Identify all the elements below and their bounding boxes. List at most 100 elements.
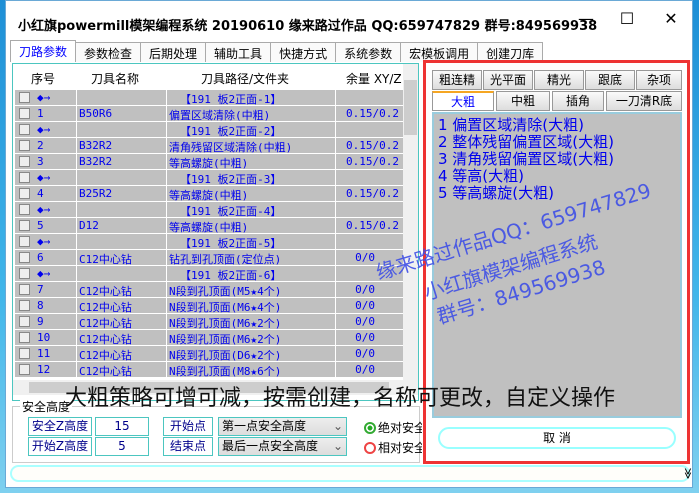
row-checkbox[interactable] — [19, 140, 30, 151]
row-checkbox[interactable] — [19, 172, 30, 183]
row-checkbox[interactable] — [19, 268, 30, 279]
row-path: 清角残留区域清除(中粗) — [169, 141, 293, 154]
tab-param-check[interactable]: 参数检查 — [75, 42, 142, 62]
minimize-button[interactable]: — — [571, 9, 601, 28]
row-margin: 0/0 — [355, 363, 375, 376]
strategy-tab[interactable]: 跟底 — [585, 70, 635, 90]
row-checkbox[interactable] — [19, 156, 30, 167]
strategy-subtab[interactable]: 大粗 — [432, 91, 494, 111]
row-seq: ◆→ — [37, 235, 51, 248]
tab-shortcuts[interactable]: 快捷方式 — [270, 42, 337, 62]
row-checkbox[interactable] — [19, 300, 30, 311]
tab-aux-tools[interactable]: 辅助工具 — [205, 42, 272, 62]
row-margin: 0.15/0.2 — [346, 219, 399, 232]
radio-relative[interactable]: 相对安全 — [364, 439, 422, 456]
table-row[interactable]: 11 C12中心钻 N段到孔顶面(D6★2个) 0/0 — [15, 346, 403, 362]
start-point-select[interactable]: 第一点安全高度 ⌄ — [218, 417, 347, 436]
table-row[interactable]: ◆→ 【191 板2正面-6】 — [15, 266, 403, 282]
tab-create-tool-library[interactable]: 创建刀库 — [477, 42, 544, 62]
maximize-button[interactable]: ☐ — [612, 9, 642, 28]
toolpath-table: 序号 刀具名称 刀具路径/文件夹 余量 XY/Z ◆→ 【191 板2正面-1】… — [12, 63, 419, 401]
table-row[interactable]: 10 C12中心钻 N段到孔顶面(M6★2个) 0/0 — [15, 330, 403, 346]
header-path: 刀具路径/文件夹 — [201, 72, 290, 86]
row-checkbox[interactable] — [19, 108, 30, 119]
table-row[interactable]: 4 B25R2 等高螺旋(中粗) 0.15/0.2 — [15, 186, 403, 202]
tab-post-process[interactable]: 后期处理 — [140, 42, 207, 62]
strategy-subtab[interactable]: 一刀清R底 — [606, 91, 682, 111]
table-row[interactable]: 9 C12中心钻 N段到孔顶面(M6★2个) 0/0 — [15, 314, 403, 330]
row-checkbox[interactable] — [19, 204, 30, 215]
table-row[interactable]: ◆→ 【191 板2正面-1】 — [15, 90, 403, 106]
row-margin: 0.15/0.2 — [346, 155, 399, 168]
table-row[interactable]: 6 C12中心钻 钻孔到孔顶面(定位点) 0/0 — [15, 250, 403, 266]
row-tool: C12中心钻 — [79, 301, 132, 314]
table-row[interactable]: 2 B32R2 清角残留区域清除(中粗) 0.15/0.2 — [15, 138, 403, 154]
end-point-value: 最后一点安全高度 — [222, 439, 319, 453]
row-seq: 6 — [37, 251, 44, 264]
row-seq: 3 — [37, 155, 44, 168]
table-row[interactable]: ◆→ 【191 板2正面-3】 — [15, 170, 403, 186]
row-checkbox[interactable] — [19, 252, 30, 263]
close-button[interactable]: ✕ — [656, 9, 686, 28]
row-seq: ◆→ — [37, 171, 51, 184]
row-margin: 0.15/0.2 — [346, 187, 399, 200]
row-checkbox[interactable] — [19, 348, 30, 359]
tab-toolpath-params[interactable]: 刀路参数 — [10, 40, 77, 62]
safe-z-label: 安全Z高度 — [28, 417, 92, 436]
row-checkbox[interactable] — [19, 284, 30, 295]
table-row[interactable]: 12 C12中心钻 N段到孔顶面(M8★6个) 0/0 — [15, 362, 403, 378]
row-checkbox[interactable] — [19, 364, 30, 375]
row-seq: 9 — [37, 315, 44, 328]
row-path: 【191 板2正面-1】 — [180, 93, 282, 106]
table-row[interactable]: 7 C12中心钻 N段到孔顶面(M5★4个) 0/0 — [15, 282, 403, 298]
cancel-button[interactable]: 取 消 — [438, 427, 676, 449]
radio-absolute[interactable]: 绝对安全 — [364, 419, 422, 436]
row-seq: 4 — [37, 187, 44, 200]
strategy-subtab[interactable]: 插角 — [552, 91, 604, 111]
list-item[interactable]: 2 整体残留偏置区域(大粗) — [438, 134, 676, 151]
row-seq: 12 — [37, 363, 51, 376]
safe-z-input[interactable]: 15 — [95, 417, 149, 436]
strategy-tab[interactable]: 粗连精 — [432, 70, 482, 90]
row-path: N段到孔顶面(M6★2个) — [169, 333, 282, 346]
row-checkbox[interactable] — [19, 188, 30, 199]
row-checkbox[interactable] — [19, 220, 30, 231]
end-point-select[interactable]: 最后一点安全高度 ⌄ — [218, 437, 347, 456]
tab-macro-templates[interactable]: 宏模板调用 — [400, 42, 479, 62]
list-item[interactable]: 3 清角残留偏置区域(大粗) — [438, 151, 676, 168]
table-row[interactable]: 8 C12中心钻 N段到孔顶面(M6★4个) 0/0 — [15, 298, 403, 314]
table-row[interactable]: ◆→ 【191 板2正面-5】 — [15, 234, 403, 250]
strategy-tab[interactable]: 精光 — [534, 70, 584, 90]
table-row[interactable]: ◆→ 【191 板2正面-2】 — [15, 122, 403, 138]
table-row[interactable]: 3 B32R2 等高螺旋(中粗) 0.15/0.2 — [15, 154, 403, 170]
row-margin: 0/0 — [355, 283, 375, 296]
row-seq: 11 — [37, 347, 51, 360]
row-seq: ◆→ — [37, 267, 51, 280]
row-seq: 7 — [37, 283, 44, 296]
expand-bar[interactable]: ≫ — [10, 465, 694, 482]
row-seq: 2 — [37, 139, 44, 152]
list-item[interactable]: 1 偏置区域清除(大粗) — [438, 117, 676, 134]
row-checkbox[interactable] — [19, 92, 30, 103]
row-checkbox[interactable] — [19, 236, 30, 247]
row-tool: C12中心钻 — [79, 317, 132, 330]
start-z-input[interactable]: 5 — [95, 437, 149, 456]
row-path: 【191 板2正面-4】 — [180, 205, 282, 218]
strategy-tab[interactable]: 光平面 — [483, 70, 533, 90]
chevron-down-icon: ⌄ — [332, 439, 343, 453]
overlay-caption: 大粗策略可增可减，按需创建，名称可更改，自定义操作 — [65, 386, 616, 411]
row-checkbox[interactable] — [19, 124, 30, 135]
strategy-tab[interactable]: 杂项 — [636, 70, 682, 90]
vertical-scrollbar[interactable] — [403, 64, 418, 380]
row-path: 等高螺旋(中粗) — [169, 221, 249, 234]
row-checkbox[interactable] — [19, 332, 30, 343]
row-checkbox[interactable] — [19, 316, 30, 327]
table-row[interactable]: 1 B50R6 偏置区域清除(中粗) 0.15/0.2 — [15, 106, 403, 122]
strategy-subtab[interactable]: 中粗 — [496, 91, 550, 111]
end-point-label: 结束点 — [163, 437, 213, 456]
row-path: N段到孔顶面(D6★2个) — [169, 349, 282, 362]
table-row[interactable]: 5 D12 等高螺旋(中粗) 0.15/0.2 — [15, 218, 403, 234]
chevron-down-icon: ⌄ — [332, 419, 343, 433]
tab-system-params[interactable]: 系统参数 — [335, 42, 402, 62]
table-row[interactable]: ◆→ 【191 板2正面-4】 — [15, 202, 403, 218]
